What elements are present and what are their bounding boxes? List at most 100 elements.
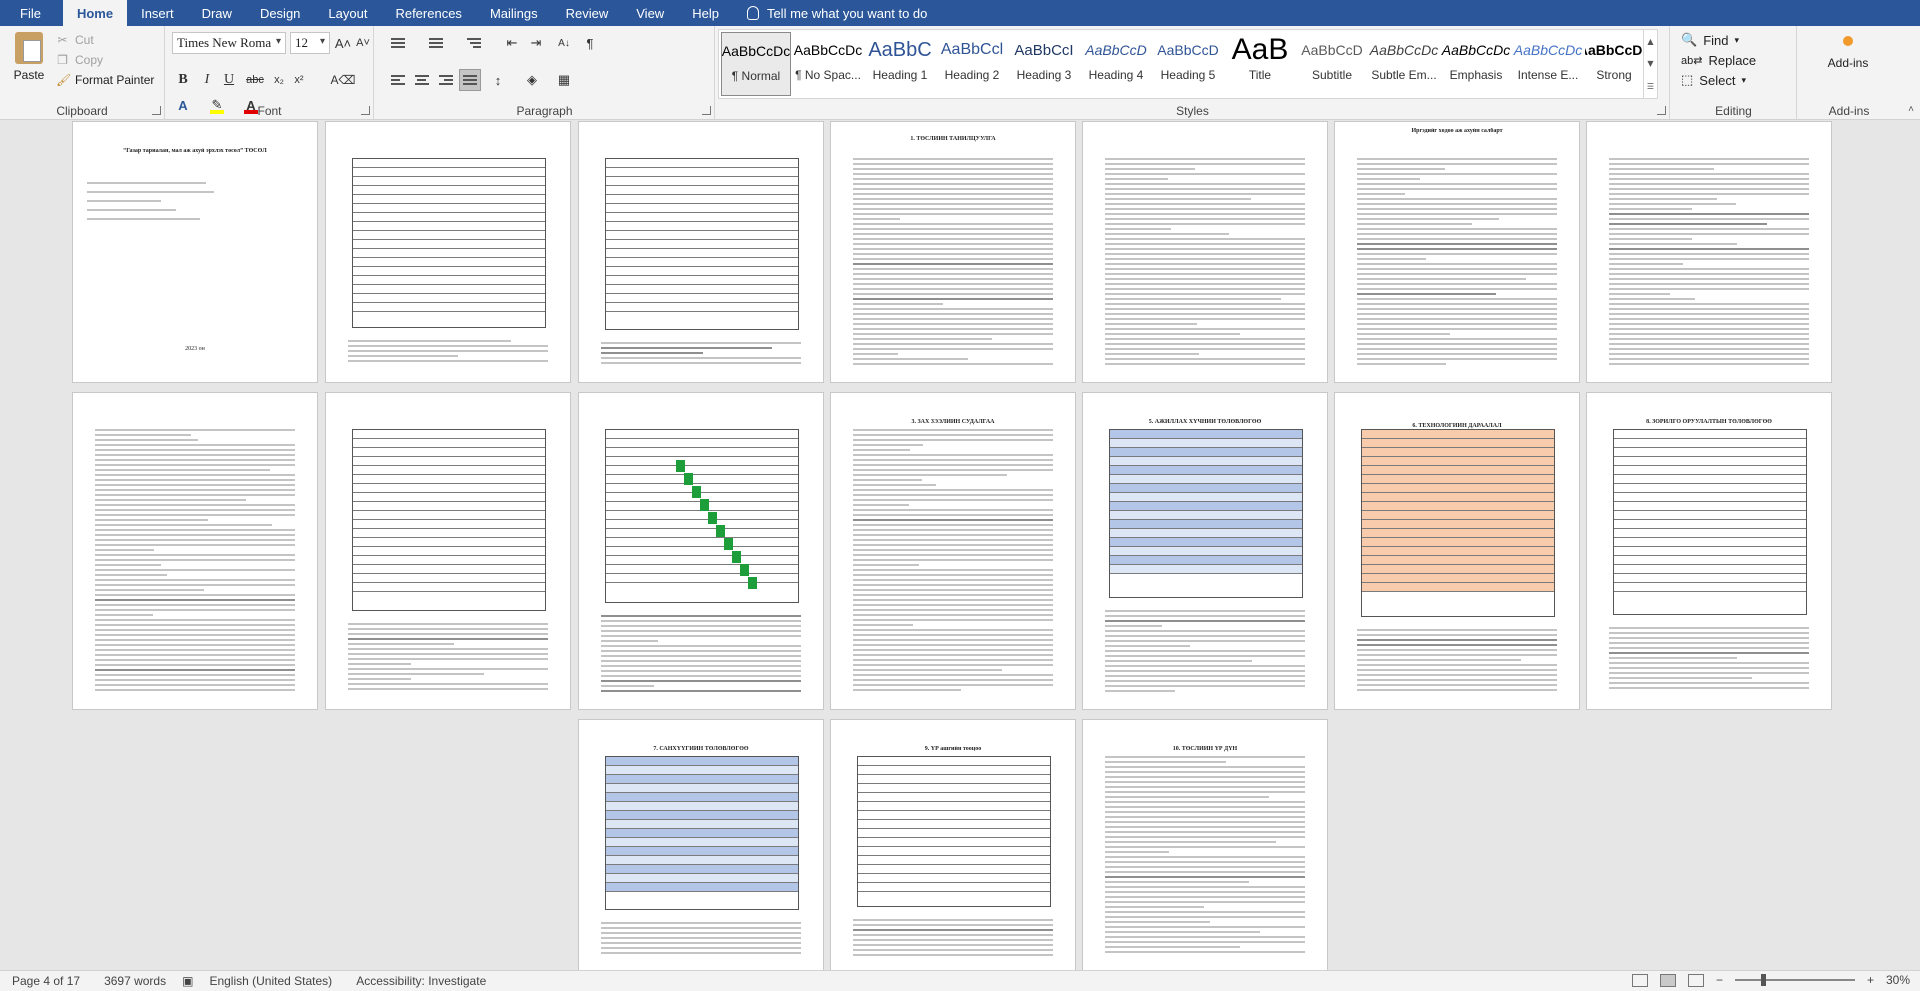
tab-file[interactable]: File [0, 0, 63, 26]
style-strong[interactable]: AaBbCcDc Strong [1585, 32, 1643, 96]
tab-layout[interactable]: Layout [314, 0, 381, 26]
tab-design[interactable]: Design [246, 0, 314, 26]
paragraph-launcher-icon[interactable] [702, 106, 711, 115]
zoom-in-icon[interactable]: + [1867, 973, 1874, 987]
zoom-thumb[interactable] [1760, 974, 1766, 986]
tab-draw[interactable]: Draw [188, 0, 246, 26]
tab-references[interactable]: References [381, 0, 475, 26]
document-page[interactable]: 6. ТЕХНОЛОГИЙН ДАРААЛАЛ [1334, 392, 1580, 710]
style-intense-emphasis[interactable]: AaBbCcDc Intense E... [1513, 32, 1583, 96]
language[interactable]: English (United States) [197, 974, 344, 988]
document-page[interactable] [1082, 121, 1328, 383]
grow-font-button[interactable]: A˄ [332, 32, 354, 54]
document-page[interactable]: 10. ТӨСЛИЙН ҮР ДҮН [1082, 719, 1328, 970]
superscript-button[interactable]: x² [288, 69, 310, 91]
tab-insert[interactable]: Insert [127, 0, 188, 26]
style-subtitle[interactable]: AaBbCcD Subtitle [1297, 32, 1367, 96]
accessibility-status[interactable]: Accessibility: Investigate [344, 974, 498, 988]
chevron-up-icon[interactable]: ▲ [1647, 37, 1653, 46]
document-area[interactable]: “Газар тариалан, мал аж ахуй эрхлэх төсө… [0, 121, 1920, 970]
style-title[interactable]: AaB Title [1225, 32, 1295, 96]
document-page[interactable]: 7. САНХҮҮГИЙН ТӨЛӨВЛӨГӨӨ [578, 719, 824, 970]
align-left-button[interactable] [387, 69, 409, 91]
style-normal[interactable]: AaBbCcDc ¶ Normal [721, 32, 791, 96]
cut-button[interactable]: ✂ Cut [56, 30, 93, 50]
addins-button[interactable]: Add-ins [1818, 32, 1878, 70]
bullets-button[interactable] [387, 32, 409, 54]
style-heading-4[interactable]: AaBbCcD Heading 4 [1081, 32, 1151, 96]
zoom-slider[interactable] [1734, 974, 1855, 986]
sort-button[interactable]: A↓ [553, 32, 575, 54]
style-heading-1[interactable]: AaBbC Heading 1 [865, 32, 935, 96]
document-page[interactable]: 9. ҮР ашгийн тооцоо [830, 719, 1076, 970]
style-heading-2[interactable]: AaBbCcl Heading 2 [937, 32, 1007, 96]
document-page[interactable] [72, 392, 318, 710]
borders-button[interactable]: ▦ [553, 69, 575, 91]
decrease-indent-button[interactable]: ⇤ [501, 32, 523, 54]
increase-indent-button[interactable]: ⇥ [525, 32, 547, 54]
web-layout-icon[interactable] [1687, 973, 1704, 987]
document-page[interactable] [1586, 121, 1832, 383]
align-center-button[interactable] [411, 69, 433, 91]
font-size-select[interactable]: 12 ▾ [290, 32, 330, 54]
document-page[interactable] [578, 392, 824, 710]
more-icon[interactable]: ☰ [1647, 82, 1654, 91]
font-launcher-icon[interactable] [361, 106, 370, 115]
style-heading-3[interactable]: AaBbCcI Heading 3 [1009, 32, 1079, 96]
zoom-out-icon[interactable]: − [1716, 973, 1723, 987]
italic-button[interactable]: I [196, 69, 218, 91]
strikethrough-button[interactable]: abc [244, 69, 266, 91]
numbering-button[interactable] [425, 32, 447, 54]
multilevel-list-button[interactable] [463, 32, 485, 54]
font-name-select[interactable]: Times New Roma ▾ [172, 32, 286, 54]
styles-launcher-icon[interactable] [1657, 106, 1666, 115]
justify-button[interactable] [459, 69, 481, 91]
document-page[interactable]: 5. АЖИЛЛАХ ХҮЧНИЙ ТӨЛӨВЛӨГӨӨ [1082, 392, 1328, 710]
document-page[interactable]: 1. ТӨСЛИЙН ТАНИЛЦУУЛГА [830, 121, 1076, 383]
document-page[interactable]: “Газар тариалан, мал аж ахуй эрхлэх төсө… [72, 121, 318, 383]
shrink-font-button[interactable]: A˅ [352, 32, 374, 54]
document-page[interactable] [578, 121, 824, 383]
chevron-down-icon[interactable]: ▼ [1647, 59, 1653, 68]
style-heading-5[interactable]: AaBbCcD Heading 5 [1153, 32, 1223, 96]
proofing-icon[interactable]: ▣ [178, 974, 197, 988]
style-name: Heading 5 [1160, 68, 1216, 82]
word-count[interactable]: 3697 words [92, 974, 178, 988]
replace-button[interactable]: ab⇄ Replace [1681, 50, 1756, 70]
document-page[interactable]: 3. ЗАХ ЗЭЭЛИЙН СУДАЛГАА [830, 392, 1076, 710]
style-subtle-emphasis[interactable]: AaBbCcDc Subtle Em... [1369, 32, 1439, 96]
clear-formatting-button[interactable]: A⌫ [331, 69, 356, 91]
tab-help[interactable]: Help [678, 0, 733, 26]
tab-view[interactable]: View [622, 0, 678, 26]
copy-button[interactable]: ❐ Copy [56, 50, 103, 70]
subscript-button[interactable]: x₂ [268, 69, 290, 91]
style-no-spacing[interactable]: AaBbCcDc ¶ No Spac... [793, 32, 863, 96]
read-mode-icon[interactable] [1631, 973, 1648, 987]
gallery-scroll[interactable]: ▲ ▼ ☰ [1643, 30, 1657, 98]
tab-mailings[interactable]: Mailings [476, 0, 552, 26]
clipboard-launcher-icon[interactable] [152, 106, 161, 115]
zoom-level[interactable]: 30% [1886, 973, 1910, 987]
line-spacing-button[interactable]: ↕ [487, 69, 509, 91]
document-page[interactable]: 8. ЗОРИЛГО ОРУУЛАЛТЫН ТӨЛӨВЛӨГӨӨ [1586, 392, 1832, 710]
style-emphasis[interactable]: AaBbCcDc Emphasis [1441, 32, 1511, 96]
underline-button[interactable]: U [218, 69, 240, 91]
document-page[interactable] [325, 392, 571, 710]
tell-me-box[interactable]: Tell me what you want to do [733, 0, 927, 26]
page-count[interactable]: Page 4 of 17 [0, 974, 92, 988]
shading-button[interactable]: ◈ [521, 69, 543, 91]
show-marks-button[interactable]: ¶ [579, 32, 601, 54]
print-layout-icon[interactable] [1659, 973, 1676, 987]
format-painter-button[interactable]: 🖌 Format Painter [56, 70, 154, 90]
bold-button[interactable]: B [172, 69, 194, 91]
document-page[interactable] [325, 121, 571, 383]
tab-home[interactable]: Home [62, 0, 128, 26]
select-button[interactable]: ⬚ Select ▾ [1681, 70, 1746, 90]
text-line [601, 645, 801, 648]
find-button[interactable]: 🔍 Find ▾ [1681, 30, 1739, 50]
document-page[interactable]: Иргэдийг хөдөө аж ахуйн салбарт [1334, 121, 1580, 383]
tab-review[interactable]: Review [552, 0, 623, 26]
collapse-ribbon-icon[interactable]: ˄ [1908, 104, 1914, 115]
align-right-button[interactable] [435, 69, 457, 91]
paste-button[interactable]: Paste [8, 30, 50, 92]
